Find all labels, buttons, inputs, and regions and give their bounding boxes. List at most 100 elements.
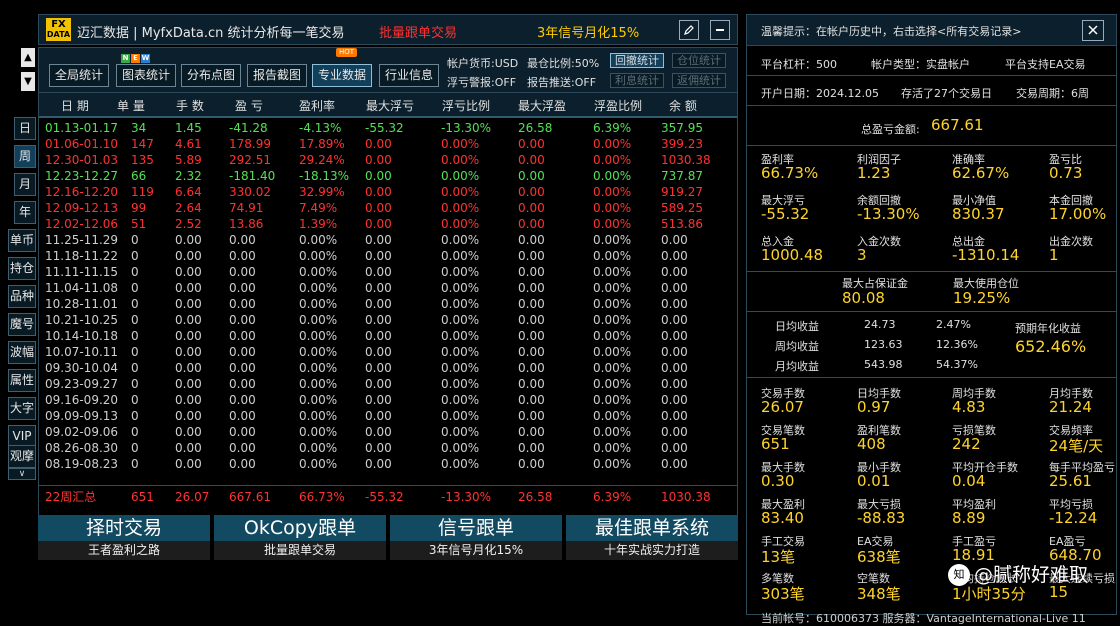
period-week-button[interactable]: 周 (14, 145, 36, 168)
btn-interest-stats[interactable]: 利息统计 (610, 73, 664, 88)
promo-signal[interactable]: 3年信号月化15% (537, 22, 639, 41)
period-year-button[interactable]: 年 (14, 201, 36, 224)
btn-rebate-stats[interactable]: 返佣统计 (672, 73, 726, 88)
report-push[interactable]: 报告推送:OFF (527, 74, 596, 90)
table-row[interactable]: 11.25-11.29 0 0.00 0.00 0.00% 0.00 0.00% 0.00 0.… (39, 232, 737, 248)
table-cell: 0.00% (441, 329, 480, 343)
scroll-up-button[interactable]: ▲ (21, 48, 35, 67)
btn-report-screenshot[interactable]: 报告截图 (247, 64, 308, 87)
banner-sub[interactable]: 批量跟单交易 (214, 541, 386, 560)
btn-position-stats[interactable]: 仓位统计 (672, 53, 726, 68)
table-cell: 2.52 (175, 217, 202, 231)
table-cell: 0.00 (175, 361, 202, 375)
col-max-float-loss[interactable]: 最大浮亏 (366, 97, 414, 114)
table-row[interactable]: 10.28-11.01 0 0.00 0.00 0.00% 0.00 0.00% 0.00 0.… (39, 296, 737, 312)
promo-copy-trading[interactable]: 批量跟单交易 (379, 22, 457, 41)
stat-value: 8.89 (952, 509, 986, 527)
table-cell: 0.00 (518, 265, 545, 279)
table-row[interactable]: 09.09-09.13 0 0.00 0.00 0.00% 0.00 0.00% 0.00 0.… (39, 408, 737, 424)
summary-cell: 667.61 (229, 490, 271, 504)
table-row[interactable]: 10.14-10.18 0 0.00 0.00 0.00% 0.00 0.00% 0.00 0.… (39, 328, 737, 344)
table-row[interactable]: 10.21-10.25 0 0.00 0.00 0.00% 0.00 0.00% 0.00 0.… (39, 312, 737, 328)
period-day-button[interactable]: 日 (14, 117, 36, 140)
col-date[interactable]: 日 期 (61, 97, 89, 114)
table-cell: 0.00 (661, 457, 688, 471)
zhihu-icon: 知 (948, 564, 970, 586)
table-row[interactable]: 09.16-09.20 0 0.00 0.00 0.00% 0.00 0.00% 0.00 0.… (39, 392, 737, 408)
side-holdings[interactable]: 持仓 (8, 257, 36, 280)
table-row[interactable]: 12.16-12.20 119 6.64 330.02 32.99% 0.00 0.00% 0… (39, 184, 737, 200)
minimize-button[interactable] (710, 20, 730, 40)
table-cell: 0.00 (175, 329, 202, 343)
side-magic-number[interactable]: 魔号 (8, 313, 36, 336)
side-symbols[interactable]: 品种 (8, 285, 36, 308)
banner-best-copy-system[interactable]: 最佳跟单系统 (566, 515, 738, 541)
table-cell: 0.00% (593, 361, 632, 375)
btn-industry-info[interactable]: 行业信息 (379, 64, 440, 87)
table-cell: 0.00 (518, 281, 545, 295)
side-attributes[interactable]: 属性 (8, 369, 36, 392)
side-large-font[interactable]: 大字 (8, 397, 36, 420)
btn-global-stats[interactable]: 全局统计 (49, 64, 110, 87)
table-row[interactable]: 12.30-01.03 135 5.89 292.51 29.24% 0.00 0.00% 0… (39, 152, 737, 168)
table-row[interactable]: 12.02-12.06 51 2.52 13.86 1.39% 0.00 0.00% 0.00… (39, 216, 737, 232)
table-row[interactable]: 09.30-10.04 0 0.00 0.00 0.00% 0.00 0.00% 0.00 0.… (39, 360, 737, 376)
banner-sub[interactable]: 十年实战实力打造 (566, 541, 738, 560)
banner-sub[interactable]: 王者盈利之路 (38, 541, 210, 560)
table-cell: 2.32 (175, 169, 202, 183)
table-cell: 0.00% (593, 233, 632, 247)
leverage: 平台杠杆：500 (761, 58, 837, 71)
table-cell: -18.13% (299, 169, 350, 183)
table-cell: -13.30% (441, 121, 492, 135)
logo-text-bottom: DATA (46, 30, 71, 39)
col-lots[interactable]: 手 数 (176, 97, 204, 114)
table-cell: 0.00 (365, 217, 392, 231)
btn-chart-stats[interactable]: 图表统计 (116, 64, 177, 87)
btn-distribution[interactable]: 分布点图 (181, 64, 242, 87)
table-cell: 0.00% (593, 457, 632, 471)
table-row[interactable]: 12.23-12.27 66 2.32 -181.40 -18.13% 0.00 0.00%… (39, 168, 737, 184)
edit-button[interactable] (679, 20, 699, 40)
side-collapse-button[interactable]: ∨ (8, 468, 36, 480)
table-cell: 0.00% (299, 409, 338, 423)
table-cell: 0.00 (365, 297, 392, 311)
table-row[interactable]: 11.11-11.15 0 0.00 0.00 0.00% 0.00 0.00% 0.00 0.… (39, 264, 737, 280)
btn-drawdown-stats[interactable]: 回撤统计 (610, 53, 664, 68)
col-max-float-profit[interactable]: 最大浮盈 (518, 97, 566, 114)
banner-sub[interactable]: 3年信号月化15% (390, 541, 562, 560)
table-row[interactable]: 08.26-08.30 0 0.00 0.00 0.00% 0.00 0.00% 0.00 0.… (39, 440, 737, 456)
table-cell: 0 (131, 441, 139, 455)
table-row[interactable]: 10.07-10.11 0 0.00 0.00 0.00% 0.00 0.00% 0.00 0.… (39, 344, 737, 360)
scroll-down-button[interactable]: ▼ (21, 72, 35, 91)
col-float-profit-ratio[interactable]: 浮盈比例 (594, 97, 642, 114)
banner-signal-copy[interactable]: 信号跟单 (390, 515, 562, 541)
table-row[interactable]: 08.19-08.23 0 0.00 0.00 0.00% 0.00 0.00% 0.00 0.… (39, 456, 737, 472)
table-cell: 0.00% (441, 217, 480, 231)
col-pnl[interactable]: 盈 亏 (235, 97, 263, 114)
period-month-button[interactable]: 月 (14, 173, 36, 196)
table-cell: 357.95 (661, 121, 703, 135)
btn-pro-data[interactable]: 专业数据 (312, 64, 373, 87)
table-row[interactable]: 09.02-09.06 0 0.00 0.00 0.00% 0.00 0.00% 0.00 0.… (39, 424, 737, 440)
stat-value: 0.97 (857, 398, 891, 416)
banner-okcopy[interactable]: OkCopy跟单 (214, 515, 386, 541)
table-row[interactable]: 11.18-11.22 0 0.00 0.00 0.00% 0.00 0.00% 0.00 0.… (39, 248, 737, 264)
close-button[interactable] (1082, 20, 1104, 41)
table-row[interactable]: 12.09-12.13 99 2.64 74.91 7.49% 0.00 0.00% 0.00… (39, 200, 737, 216)
side-single-currency[interactable]: 单币 (8, 229, 36, 252)
col-profit-rate[interactable]: 盈利率 (299, 97, 335, 114)
loss-alert[interactable]: 浮亏警报:OFF (447, 74, 516, 90)
col-balance[interactable]: 余 额 (669, 97, 697, 114)
col-orders[interactable]: 单 量 (117, 97, 145, 114)
table-row[interactable]: 01.13-01.17 34 1.45 -41.28 -4.13% -55.32 -13.3… (39, 120, 737, 136)
side-volatility[interactable]: 波幅 (8, 341, 36, 364)
side-observe[interactable]: 观摩 (8, 445, 36, 468)
table-cell: -55.32 (365, 121, 404, 135)
table-cell: 0.00% (593, 425, 632, 439)
table-row[interactable]: 11.04-11.08 0 0.00 0.00 0.00% 0.00 0.00% 0.00 0.… (39, 280, 737, 296)
table-cell: 09.23-09.27 (45, 377, 119, 391)
banner-timing-trade[interactable]: 择时交易 (38, 515, 210, 541)
col-float-loss-ratio[interactable]: 浮亏比例 (442, 97, 490, 114)
table-row[interactable]: 09.23-09.27 0 0.00 0.00 0.00% 0.00 0.00% 0.00 0.… (39, 376, 737, 392)
table-row[interactable]: 01.06-01.10 147 4.61 178.99 17.89% 0.00 0.00% 0… (39, 136, 737, 152)
